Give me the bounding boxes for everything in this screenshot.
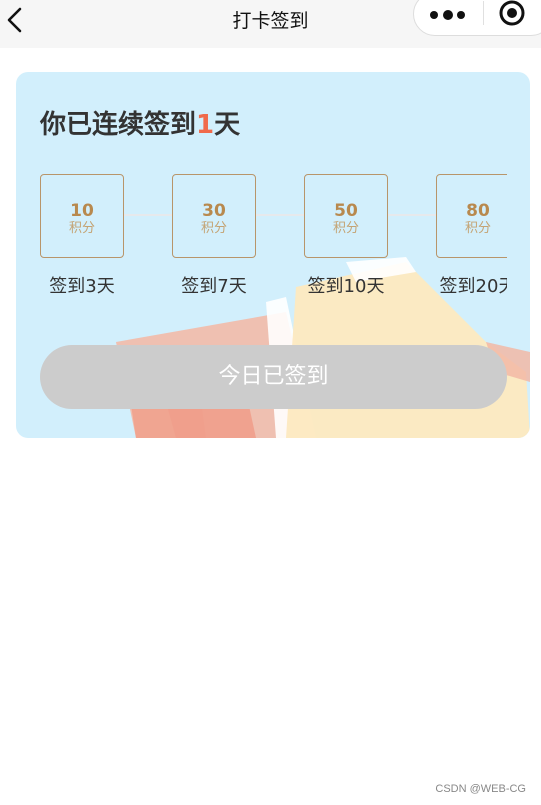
reward-item: 80 积分 签到20天 xyxy=(436,174,507,298)
sign-in-card: 你已连续签到1天 10 积分 签到3天 30 积分 签到7天 50 积分 签到1… xyxy=(16,72,530,438)
reward-box: 80 积分 xyxy=(436,174,507,258)
reward-label: 签到7天 xyxy=(181,276,247,297)
mini-program-capsule xyxy=(413,0,541,36)
reward-label: 签到3天 xyxy=(49,276,115,297)
reward-unit: 积分 xyxy=(68,221,95,236)
reward-points: 50 xyxy=(334,201,358,221)
capsule-divider xyxy=(483,1,484,25)
reward-label: 签到20天 xyxy=(439,276,507,297)
streak-headline: 你已连续签到1天 xyxy=(40,104,240,141)
streak-suffix: 天 xyxy=(214,110,241,140)
reward-unit: 积分 xyxy=(200,221,227,236)
signed-today-button[interactable]: 今日已签到 xyxy=(40,345,507,409)
reward-item: 10 积分 签到3天 xyxy=(40,174,124,298)
reward-unit: 积分 xyxy=(464,221,491,236)
reward-connector xyxy=(256,214,304,216)
streak-prefix: 你已连续签到 xyxy=(40,110,197,140)
target-close-icon[interactable] xyxy=(498,0,526,27)
reward-box: 10 积分 xyxy=(40,174,124,258)
reward-points: 30 xyxy=(202,201,226,221)
streak-days: 1 xyxy=(196,110,215,140)
reward-points: 80 xyxy=(466,201,490,221)
reward-connector xyxy=(388,214,436,216)
rewards-track[interactable]: 10 积分 签到3天 30 积分 签到7天 50 积分 签到10天 80 积分 … xyxy=(40,174,507,304)
reward-box: 50 积分 xyxy=(304,174,388,258)
page: 打卡签到 你已连续签到1天 10 积分 签到3天 30 积分 签到7天 50 积… xyxy=(0,0,541,805)
reward-item: 30 积分 签到7天 xyxy=(172,174,256,298)
watermark: CSDN @WEB-CG xyxy=(435,783,526,795)
reward-label: 签到10天 xyxy=(307,276,385,297)
reward-connector xyxy=(124,214,172,216)
nav-bar: 打卡签到 xyxy=(0,0,541,48)
reward-unit: 积分 xyxy=(332,221,359,236)
reward-points: 10 xyxy=(70,201,94,221)
more-dots-icon[interactable] xyxy=(429,7,467,23)
reward-item: 50 积分 签到10天 xyxy=(304,174,388,298)
reward-box: 30 积分 xyxy=(172,174,256,258)
